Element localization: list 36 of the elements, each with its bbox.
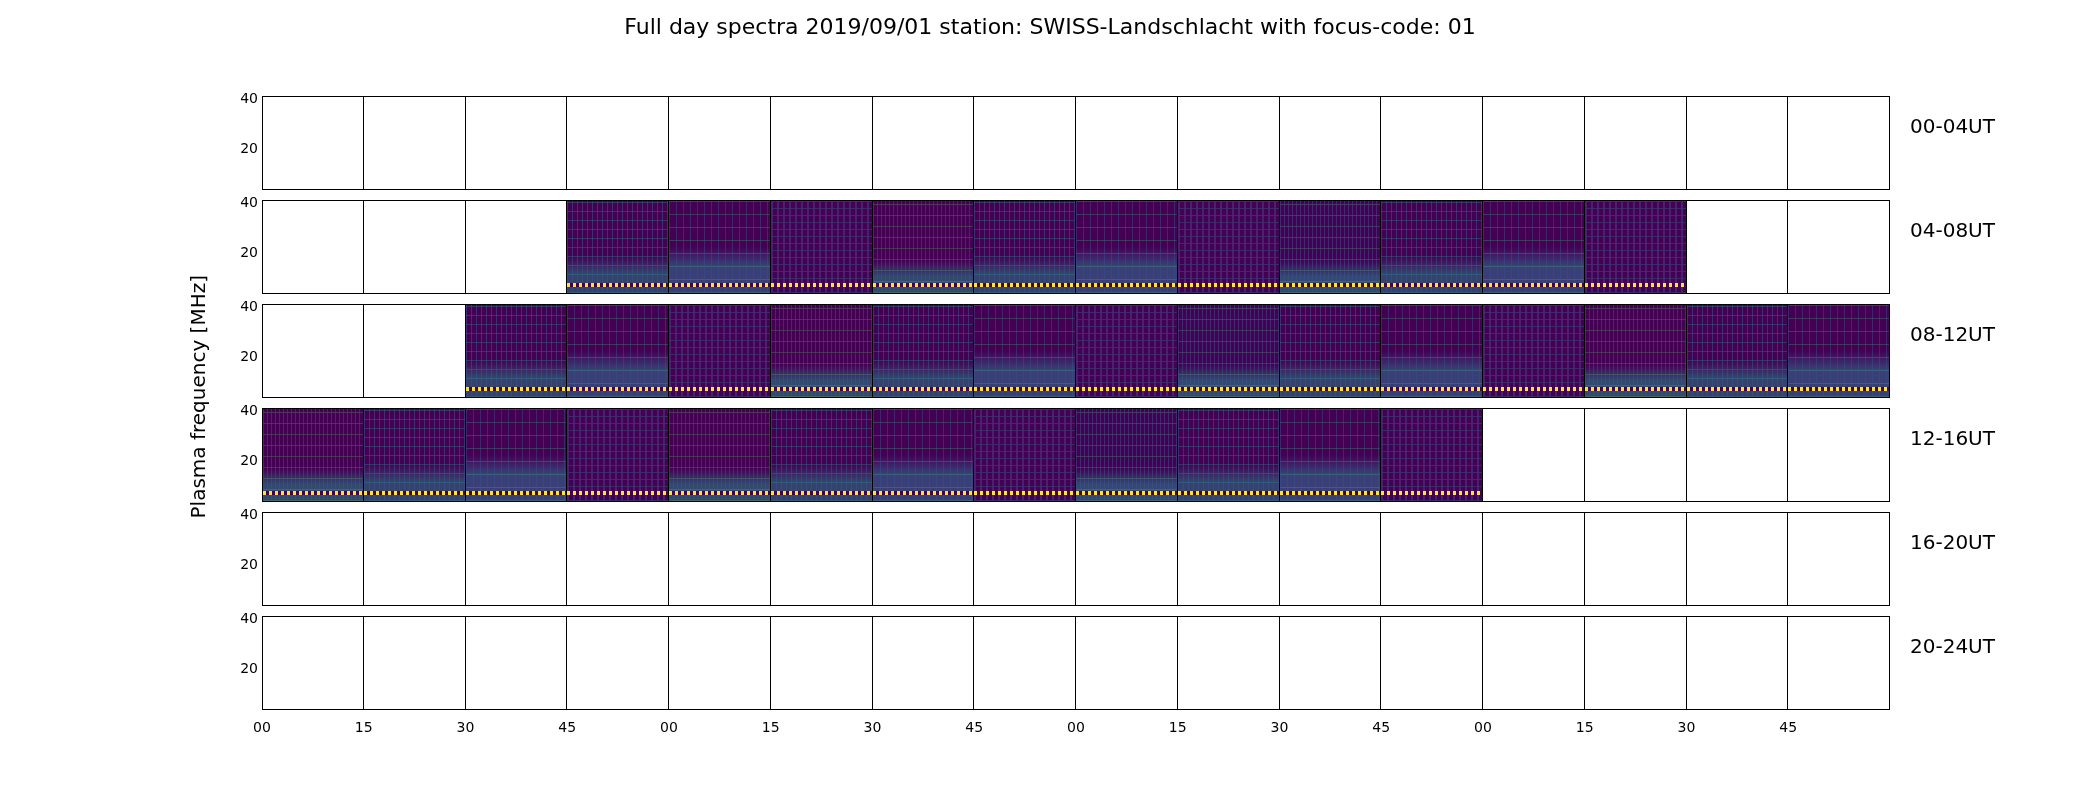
- row-label: 00-04UT: [1910, 114, 1995, 138]
- axis-tick-label: 20: [240, 244, 258, 260]
- axis-tick-label: 15: [354, 718, 373, 736]
- axis-tick-label: 00: [1067, 718, 1085, 736]
- axis-tick-label: 40: [240, 298, 258, 314]
- axis-tick-label: 30: [863, 718, 882, 736]
- axis-tick-label: 40: [240, 90, 258, 106]
- axis-tick-label: 30: [456, 718, 475, 736]
- row-label: 20-24UT: [1910, 634, 1995, 658]
- axis-tick-label: 20: [240, 140, 258, 156]
- axis-tick-label: 00: [253, 718, 271, 736]
- row-label: 04-08UT: [1910, 218, 1995, 242]
- row-label: 12-16UT: [1910, 426, 1995, 450]
- axis-tick-label: 45: [558, 718, 577, 736]
- axis-tick-label: 20: [240, 556, 258, 572]
- axis-tick-label: 00: [1474, 718, 1492, 736]
- axis-tick-label: 15: [1168, 718, 1187, 736]
- axis-tick-label: 40: [240, 194, 258, 210]
- figure-title: Full day spectra 2019/09/01 station: SWISS-Landschlacht with focus-code: 01: [624, 14, 1476, 40]
- axis-tick-label: 40: [240, 506, 258, 522]
- axis-tick-label: 45: [1779, 718, 1798, 736]
- axis-tick-label: 40: [240, 610, 258, 626]
- axis-tick-label: 20: [240, 348, 258, 364]
- axis-tick-label: 30: [1677, 718, 1696, 736]
- axis-tick-label: 00: [660, 718, 678, 736]
- axis-tick-label: 20: [240, 452, 258, 468]
- axis-tick-label: 20: [240, 660, 258, 676]
- axis-tick-label: 15: [761, 718, 780, 736]
- axis-tick-label: 45: [965, 718, 984, 736]
- axis-tick-label: 45: [1372, 718, 1391, 736]
- row-label: 16-20UT: [1910, 530, 1995, 554]
- axis-label: Plasma frequency [MHz]: [186, 275, 210, 519]
- row-label: 08-12UT: [1910, 322, 1995, 346]
- axis-tick-label: 30: [1270, 718, 1289, 736]
- axis-tick-label: 15: [1575, 718, 1594, 736]
- axis-tick-label: 40: [240, 402, 258, 418]
